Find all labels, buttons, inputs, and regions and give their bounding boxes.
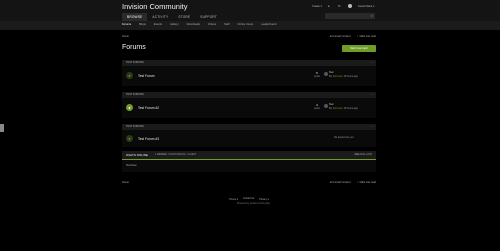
- subnav-downloads[interactable]: Downloads: [187, 23, 200, 26]
- forum-row: ● Test Forum #2 4 posts Test By Test Use…: [122, 99, 376, 117]
- nav-activity[interactable]: ACTIVITY: [147, 13, 173, 21]
- subnav-staff[interactable]: Staff: [224, 23, 229, 26]
- search-box: ⚲: [325, 13, 375, 29]
- category-body: ● Test Forum 5 posts Test By Test User, …: [122, 66, 376, 86]
- user-menu[interactable]: Guest Name ▾: [358, 5, 375, 8]
- create-menu[interactable]: Create ▾: [312, 5, 322, 8]
- start-new-topic-button[interactable]: Start new topic: [342, 45, 376, 52]
- footer-contact-link[interactable]: Contact Us: [243, 198, 254, 201]
- last-post-user[interactable]: Test User: [332, 107, 342, 110]
- last-post: Test By Test User, 18 hours ago: [324, 103, 358, 110]
- user-bar: Create ▾ ● ✉ Guest Name ▾: [312, 4, 374, 8]
- breadcrumb: Home ■ Unread Content ✓ Mark site read: [122, 35, 376, 40]
- unread-content-link[interactable]: ■ Unread Content: [330, 181, 351, 184]
- subnav-gallery[interactable]: Gallery: [170, 23, 179, 26]
- avatar[interactable]: [324, 72, 328, 76]
- category-title: TEST FORUMS: [126, 125, 144, 128]
- forum-read-icon[interactable]: ●: [126, 135, 133, 142]
- see-full-list-link[interactable]: (SEE FULL LIST): [354, 154, 372, 156]
- last-post-meta: By Test User, 18 hours ago: [329, 75, 358, 78]
- search-icon[interactable]: ⚲: [371, 14, 373, 18]
- last-post-time: , 18 hours ago: [342, 106, 358, 110]
- nav-support[interactable]: SUPPORT: [195, 13, 222, 21]
- unread-content-label: Unread Content: [332, 35, 351, 38]
- category-title: TEST FORUMS: [126, 93, 144, 96]
- last-post-time: , 18 hours ago: [342, 74, 358, 78]
- whos-online-counts: 1 MEMBER, 0 ANONYMOUS, 1 GUEST: [155, 153, 197, 156]
- forum-post-count: 5 posts: [312, 71, 322, 78]
- mark-site-read-link[interactable]: ✓ Mark site read: [357, 35, 376, 38]
- nav-browse[interactable]: BROWSE: [122, 13, 148, 21]
- category-title: TEST FORUMS: [126, 61, 144, 64]
- footer-links: Theme ▾ Contact Us Privacy ▾: [229, 198, 269, 201]
- forum-read-icon[interactable]: ●: [126, 72, 133, 79]
- footer-privacy-link[interactable]: Privacy ▾: [259, 198, 268, 201]
- main-nav: BROWSE ACTIVITY STORE SUPPORT: [122, 13, 222, 21]
- sub-nav: Forums Blogs Events Gallery Downloads Vi…: [0, 21, 500, 30]
- no-posts-text: No posts here yet: [334, 136, 354, 139]
- page-title: Forums: [122, 44, 146, 51]
- site-title[interactable]: Invision Community: [122, 2, 187, 11]
- category-body: ● Test Forum #2 4 posts Test By Test Use…: [122, 98, 376, 118]
- post-count-label: posts: [314, 75, 320, 78]
- breadcrumb-home[interactable]: Home: [122, 181, 129, 184]
- bell-icon[interactable]: ●: [328, 4, 332, 8]
- breadcrumb-bottom: Home ■ Unread Content ✓ Mark site read: [122, 181, 376, 186]
- subnav-forums[interactable]: Forums: [122, 23, 131, 26]
- last-post-user[interactable]: Test User: [332, 75, 342, 78]
- post-count-label: posts: [314, 107, 320, 110]
- category-body: ● Test Forum #3 No posts here yet: [122, 130, 376, 147]
- footer-theme-link[interactable]: Theme ▾: [229, 198, 238, 201]
- whos-online-header: WHO'S ONLINE 1 MEMBER, 0 ANONYMOUS, 1 GU…: [122, 151, 376, 160]
- forum-title[interactable]: Test Forum: [138, 74, 155, 78]
- nav-store[interactable]: STORE: [173, 13, 195, 21]
- mark-site-read-label: Mark site read: [359, 181, 376, 184]
- unread-content-label: Unread Content: [332, 181, 351, 184]
- envelope-icon[interactable]: ✉: [338, 4, 342, 8]
- subnav-events[interactable]: Events: [154, 23, 162, 26]
- last-post-meta: By Test User, 18 hours ago: [329, 107, 358, 110]
- breadcrumb-home[interactable]: Home: [122, 35, 129, 38]
- avatar[interactable]: [347, 4, 352, 8]
- subnav-videos[interactable]: Videos: [208, 23, 216, 26]
- mark-site-read-link[interactable]: ✓ Mark site read: [357, 181, 376, 184]
- unread-content-link[interactable]: ■ Unread Content: [330, 35, 351, 38]
- online-users-list: Test User: [122, 160, 376, 172]
- forum-row: ● Test Forum 5 posts Test By Test User, …: [122, 67, 376, 85]
- powered-by[interactable]: Powered by Invision Community: [237, 203, 270, 205]
- whos-online-title: WHO'S ONLINE: [126, 153, 148, 157]
- forum-unread-icon[interactable]: ●: [126, 104, 133, 111]
- subnav-online-users[interactable]: Online Users: [238, 23, 254, 26]
- last-post: Test By Test User, 18 hours ago: [324, 71, 358, 78]
- forum-post-count: 4 posts: [312, 103, 322, 110]
- forum-row: ● Test Forum #3 No posts here yet: [122, 130, 376, 148]
- online-user[interactable]: Test User: [126, 164, 137, 167]
- side-tab[interactable]: [0, 124, 4, 132]
- forum-title[interactable]: Test Forum #2: [138, 106, 159, 110]
- mark-site-read-label: Mark site read: [359, 35, 376, 38]
- subnav-leaderboard[interactable]: Leaderboard: [261, 23, 276, 26]
- forum-title[interactable]: Test Forum #3: [138, 137, 159, 141]
- avatar[interactable]: [324, 104, 328, 108]
- subnav-blogs[interactable]: Blogs: [139, 23, 146, 26]
